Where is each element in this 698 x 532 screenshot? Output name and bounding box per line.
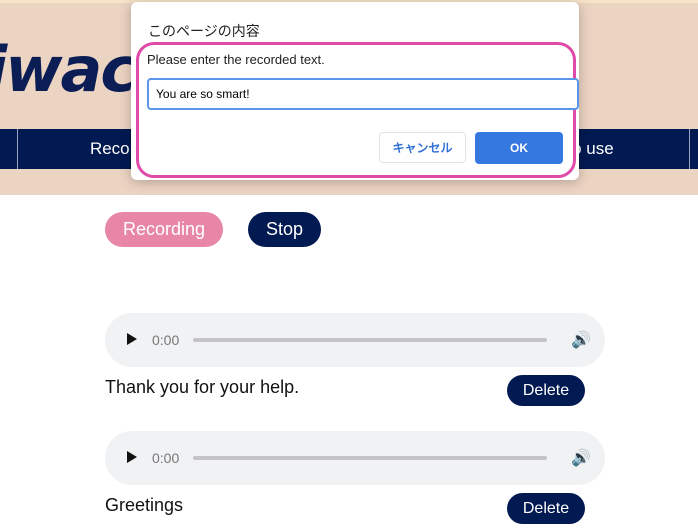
recording-text: Greetings — [105, 495, 184, 515]
dialog-message: Please enter the recorded text. — [147, 52, 325, 67]
seek-bar[interactable] — [193, 456, 547, 460]
delete-button[interactable]: Delete — [507, 493, 585, 524]
time-display: 0:00 — [152, 332, 180, 348]
recording-text: Thank you for your help. — [105, 377, 300, 397]
dialog-title: このページの内容 — [148, 23, 260, 39]
delete-button[interactable]: Delete — [507, 375, 585, 406]
volume-icon[interactable]: 🔊 — [571, 330, 591, 350]
volume-icon[interactable]: 🔊 — [571, 448, 591, 468]
stop-button[interactable]: Stop — [248, 212, 321, 247]
nav-item[interactable] — [690, 129, 698, 169]
audio-player[interactable]: 0:00 🔊 — [105, 431, 605, 485]
recorded-text-input[interactable] — [147, 78, 579, 110]
seek-bar[interactable] — [193, 338, 547, 342]
nav-item[interactable] — [0, 129, 18, 169]
audio-player[interactable]: 0:00 🔊 — [105, 313, 605, 367]
prompt-dialog: このページの内容 Please enter the recorded text.… — [131, 2, 579, 180]
play-icon[interactable] — [127, 451, 137, 463]
ok-button[interactable]: OK — [475, 132, 563, 164]
play-icon[interactable] — [127, 333, 137, 345]
time-display: 0:00 — [152, 450, 180, 466]
cancel-button[interactable]: キャンセル — [379, 132, 466, 163]
recording-button[interactable]: Recording — [105, 212, 223, 247]
